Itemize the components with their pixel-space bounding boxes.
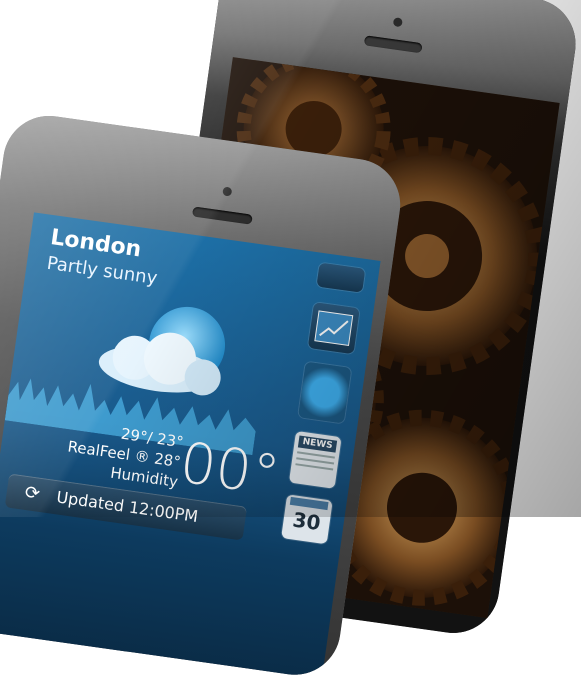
news-tile[interactable]: NEWS	[288, 430, 342, 489]
weather-condition: Partly sunny	[45, 252, 159, 290]
current-temperature: 00°	[176, 430, 284, 509]
chart-up-icon	[314, 310, 354, 346]
calendar-number: 30	[291, 507, 323, 536]
newspaper-icon: NEWS	[297, 435, 338, 453]
calendar-tile[interactable]: 30	[281, 494, 333, 545]
chart-tile[interactable]	[307, 302, 360, 355]
top-tile[interactable]	[316, 262, 366, 293]
refresh-icon[interactable]: ⟳	[23, 482, 41, 505]
weather-app-screen: London Partly sunny 29°/ 23° RealFeel ® …	[0, 212, 381, 681]
sun-tile[interactable]	[298, 361, 352, 424]
front-phone: London Partly sunny 29°/ 23° RealFeel ® …	[0, 110, 407, 681]
